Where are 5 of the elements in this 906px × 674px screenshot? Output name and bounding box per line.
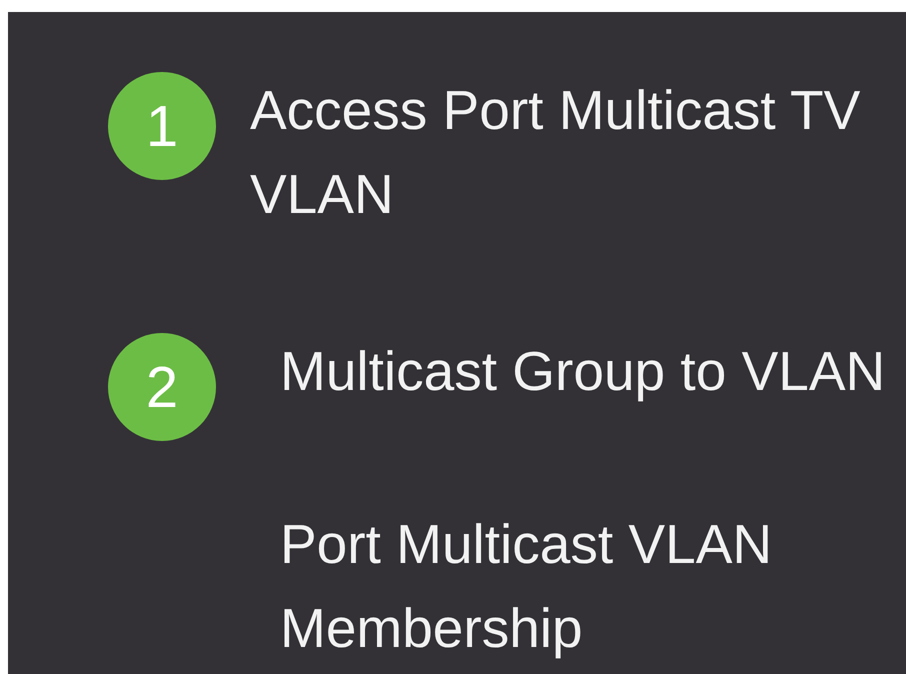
- menu-item[interactable]: Multicast Group to VLAN: [280, 329, 886, 413]
- menu-item[interactable]: Port Multicast VLAN Membership: [280, 502, 886, 670]
- menu-item[interactable]: Access Port Multicast TV VLAN: [250, 68, 886, 236]
- step-number: 1: [108, 72, 216, 180]
- step-number: 2: [108, 333, 216, 441]
